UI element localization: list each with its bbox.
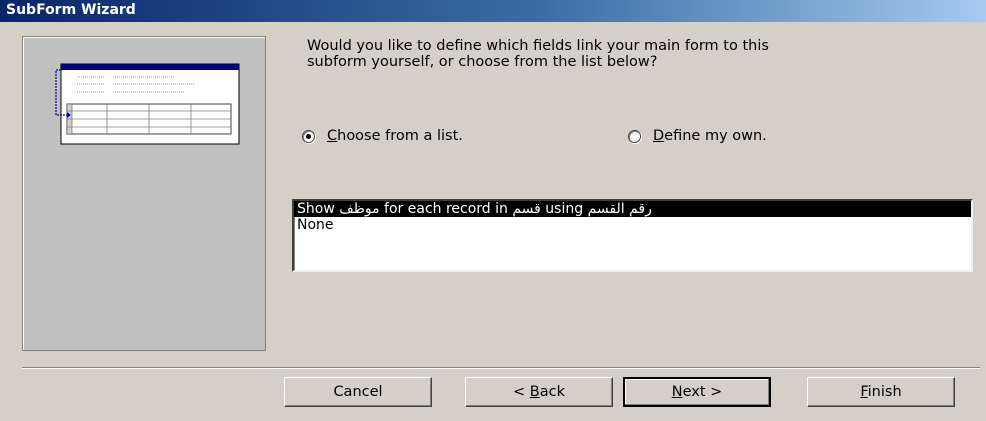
- cancel-button-label: Cancel: [333, 384, 383, 400]
- list-item-selected[interactable]: Show موظف for each record in قسم using ر…: [294, 201, 971, 217]
- radio-checked-icon[interactable]: [302, 129, 315, 143]
- finish-button[interactable]: Finish: [807, 377, 955, 407]
- question-text: Would you like to define which fields li…: [307, 38, 947, 70]
- subform-preview-icon: [55, 63, 240, 145]
- define-my-own-radio[interactable]: Define my own.: [628, 126, 767, 146]
- back-button[interactable]: < Back: [465, 377, 613, 407]
- question-line-2: subform yourself, or choose from the lis…: [307, 54, 658, 70]
- link-options-listbox[interactable]: Show موظف for each record in قسم using ر…: [292, 199, 973, 272]
- finish-button-label: Finish: [860, 384, 902, 400]
- question-line-1: Would you like to define which fields li…: [307, 38, 769, 54]
- radio-unchecked-icon[interactable]: [628, 129, 641, 143]
- preview-panel: [22, 36, 266, 351]
- choose-from-list-radio[interactable]: Choose from a list.: [302, 126, 463, 146]
- choose-from-list-label: Choose from a list.: [327, 128, 463, 144]
- next-button[interactable]: Next >: [623, 377, 771, 407]
- define-my-own-label: Define my own.: [653, 128, 767, 144]
- list-item-none[interactable]: None: [294, 217, 971, 233]
- button-separator: [22, 367, 980, 369]
- next-button-label: Next >: [671, 384, 723, 400]
- cancel-button[interactable]: Cancel: [284, 377, 432, 407]
- window-title: SubForm Wizard: [6, 2, 136, 18]
- title-bar[interactable]: SubForm Wizard: [0, 0, 986, 22]
- back-button-label: < Back: [513, 384, 565, 400]
